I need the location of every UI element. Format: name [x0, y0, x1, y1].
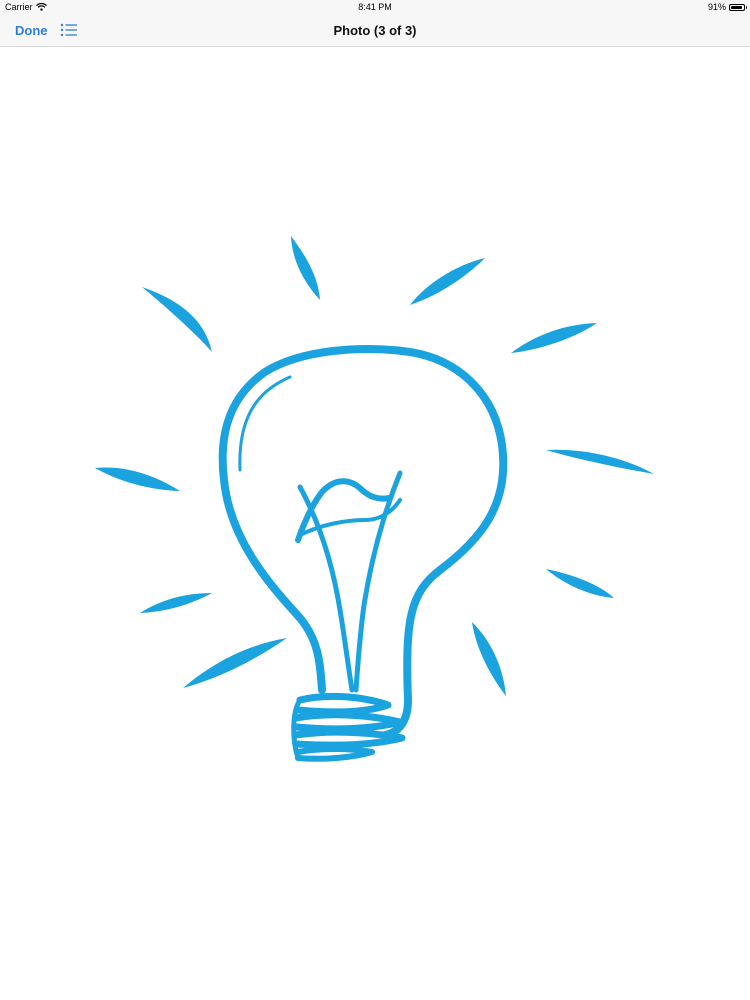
ray [142, 287, 212, 352]
ray [472, 622, 506, 696]
screw-thread [292, 728, 406, 749]
status-bar: Carrier 8:41 PM 91% [0, 0, 750, 14]
ray [410, 258, 485, 305]
bulb-outline [218, 345, 508, 739]
lightbulb-icon [95, 236, 654, 762]
nav-title: Photo (3 of 3) [333, 23, 417, 38]
status-time: 8:41 PM [358, 2, 392, 12]
ray [511, 323, 597, 353]
ray [291, 236, 320, 300]
screw-thread [295, 746, 375, 762]
ray [546, 449, 654, 474]
ray [183, 638, 287, 688]
navigation-bar: Done Photo (3 of 3) [0, 14, 750, 47]
battery-percent: 91% [707, 2, 726, 12]
battery-level [731, 5, 742, 9]
ray [95, 467, 180, 491]
ray [140, 593, 212, 613]
battery-icon [729, 3, 747, 11]
battery-info: 91% [707, 2, 747, 12]
photo-viewer[interactable] [0, 47, 750, 1000]
screw-thread [292, 711, 404, 733]
ray [546, 569, 614, 598]
screw-thread [294, 692, 392, 716]
